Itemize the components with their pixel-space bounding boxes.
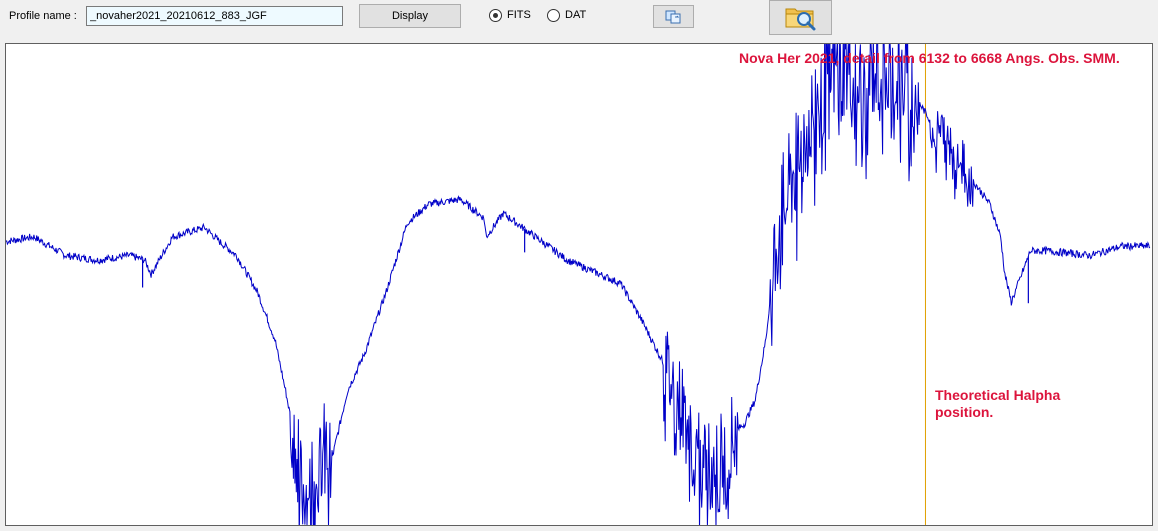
- profile-name-label: Profile name :: [9, 10, 77, 22]
- copy-icon: [665, 10, 681, 24]
- dat-radio[interactable]: DAT: [547, 9, 607, 23]
- display-button[interactable]: Display: [359, 4, 461, 28]
- dat-radio-label: DAT: [565, 9, 587, 21]
- spectrum-plot: Nova Her 2021, detail from 6132 to 6668 …: [5, 43, 1153, 526]
- dat-radio-circle: [547, 9, 560, 22]
- copy-button[interactable]: [653, 5, 694, 28]
- spectrum-trace: [6, 44, 1151, 525]
- folder-search-icon: [785, 8, 816, 31]
- plot-title: Nova Her 2021, detail from 6132 to 6668 …: [739, 50, 1120, 66]
- spectrum-chart: [6, 44, 1151, 525]
- fits-radio[interactable]: FITS: [489, 9, 549, 23]
- fits-radio-label: FITS: [507, 9, 531, 21]
- fits-radio-dot: [493, 13, 498, 18]
- profile-name-input[interactable]: [86, 6, 343, 26]
- fits-radio-circle: [489, 9, 502, 22]
- open-folder-button[interactable]: [769, 0, 832, 35]
- halpha-marker-label: Theoretical Halpha position.: [935, 387, 1061, 420]
- toolbar: Profile name : Display FITS DAT: [0, 0, 1158, 38]
